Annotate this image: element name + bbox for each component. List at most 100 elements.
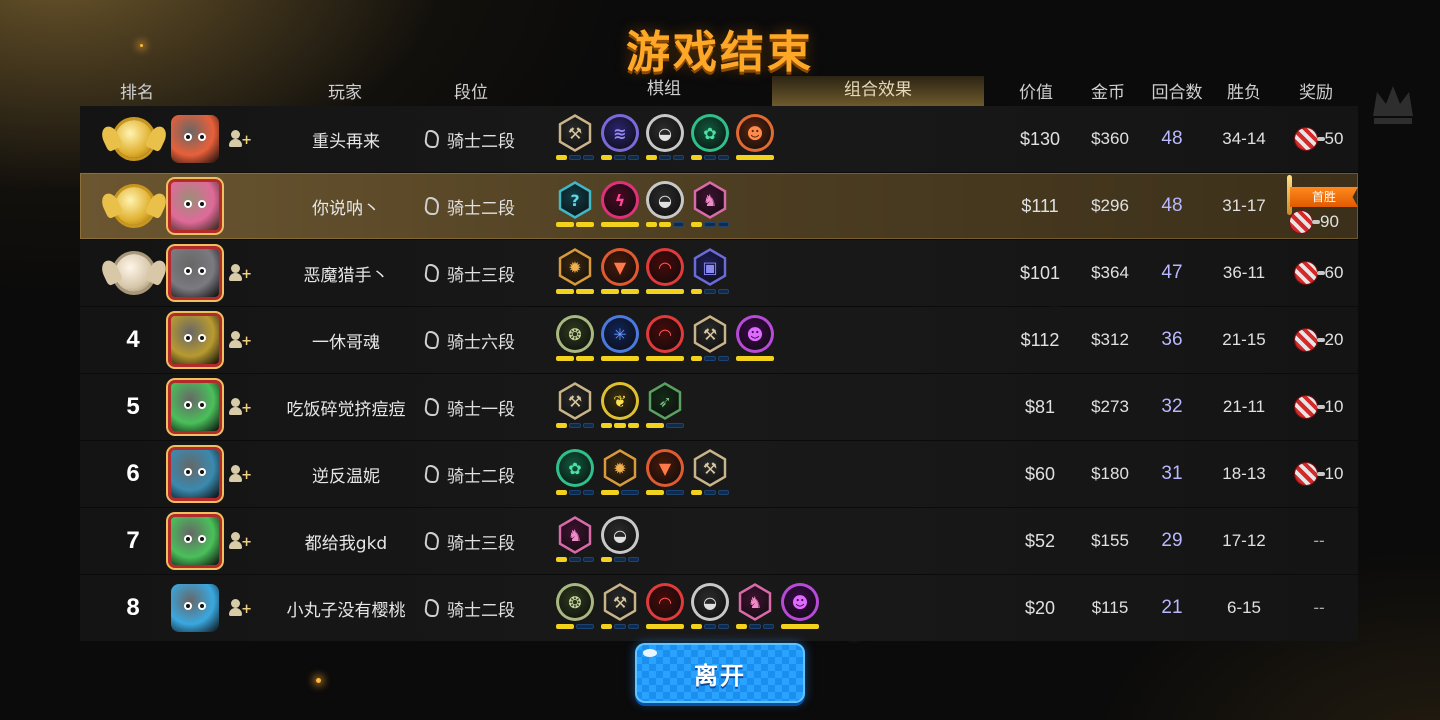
tier-label: 骑士一段 xyxy=(447,399,515,420)
goblin-icon[interactable]: ☻ xyxy=(736,114,774,152)
table-row: 4 + 一休哥魂 骑士六段 ❂ ✳ ◠ ⚒ ☻ $112 $312 36 21-15 20 xyxy=(80,307,1358,373)
axe-icon[interactable]: ⚒ xyxy=(693,315,727,353)
level-segment xyxy=(627,624,639,629)
level-segment xyxy=(556,624,574,629)
synergy-level-bar xyxy=(556,423,594,429)
gear-icon[interactable]: ✹ xyxy=(558,248,592,286)
candy-icon xyxy=(1294,396,1325,418)
synergy-core: ϟ xyxy=(604,184,636,216)
synergy-level-bar xyxy=(646,155,684,161)
add-friend-button[interactable]: + xyxy=(228,307,252,373)
axe-icon[interactable]: ⚒ xyxy=(558,382,592,420)
avatar[interactable] xyxy=(168,173,222,239)
header-reward: 奖励 xyxy=(1299,83,1333,103)
avatar[interactable] xyxy=(168,508,222,574)
arch-icon[interactable]: ◠ xyxy=(646,315,684,353)
fish-bone-icon[interactable]: ≋ xyxy=(601,114,639,152)
level-segment xyxy=(704,624,716,629)
synergy-level-bar xyxy=(736,624,774,630)
medal-wing xyxy=(144,123,170,153)
avatar-eye xyxy=(198,200,206,208)
knight-icon[interactable]: ♞ xyxy=(738,583,772,621)
synergy-icons: ? ϟ ◒ ♞ xyxy=(556,181,729,219)
avatar-eye xyxy=(198,468,206,476)
level-segment xyxy=(556,490,568,495)
player-name: 逆反温妮 xyxy=(312,466,380,487)
beast-icon[interactable]: ▼ xyxy=(646,449,684,487)
level-segment xyxy=(576,222,594,227)
avatar[interactable] xyxy=(168,441,222,507)
level-segment xyxy=(614,557,626,562)
elf-icon[interactable]: ❦ xyxy=(601,382,639,420)
avatar-eye xyxy=(198,334,206,342)
player-price: $130 xyxy=(1019,128,1061,149)
level-segment xyxy=(556,155,568,160)
arch-icon[interactable]: ◠ xyxy=(646,248,684,286)
level-segment xyxy=(569,423,581,428)
add-friend-button[interactable]: + xyxy=(228,240,252,306)
avatar[interactable] xyxy=(168,307,222,373)
level-segment xyxy=(736,624,748,629)
tab-combo-effect[interactable]: 组合效果 xyxy=(772,76,984,106)
tier-icon xyxy=(423,532,441,550)
paw-icon[interactable]: ✿ xyxy=(691,114,729,152)
level-segment xyxy=(691,289,703,294)
level-segment xyxy=(582,423,594,428)
synergy-core: ◒ xyxy=(649,117,681,149)
add-friend-button[interactable]: + xyxy=(228,374,252,440)
synergy-level-bar xyxy=(691,490,729,496)
add-friend-button[interactable]: + xyxy=(228,575,252,641)
player-tier: 骑士二段 xyxy=(423,441,535,507)
mask-icon[interactable]: ▣ xyxy=(693,248,727,286)
leave-button[interactable]: 离开 xyxy=(635,643,805,703)
devil-icon[interactable]: ☻ xyxy=(736,315,774,353)
synergy-list: ♞ ◒ xyxy=(556,508,856,574)
helmet-icon[interactable]: ◒ xyxy=(601,516,639,554)
player-gold: $364 xyxy=(1091,263,1129,282)
level-segment xyxy=(627,155,639,160)
knight-icon[interactable]: ♞ xyxy=(693,181,727,219)
rank-medal-icon xyxy=(98,173,170,239)
add-friend-button[interactable]: + xyxy=(228,106,252,172)
tab-deck[interactable]: 棋组 xyxy=(632,76,696,102)
player-winloss: 17-12 xyxy=(1222,531,1266,550)
synergy-level-bar xyxy=(691,155,729,161)
avatar[interactable] xyxy=(168,374,222,440)
arch-icon[interactable]: ◠ xyxy=(646,583,684,621)
synergy-core: ✳ xyxy=(604,318,636,350)
demon-icon[interactable]: ϟ xyxy=(601,181,639,219)
gear-icon[interactable]: ✹ xyxy=(603,449,637,487)
player-price: $101 xyxy=(1019,262,1061,283)
level-segment xyxy=(717,289,729,294)
hunter-icon[interactable]: ➶ xyxy=(648,382,682,420)
avatar[interactable] xyxy=(168,575,222,641)
beast-icon[interactable]: ▼ xyxy=(601,248,639,286)
mystery-icon[interactable]: ? xyxy=(558,181,592,219)
synergy-level-bar xyxy=(601,155,639,161)
table-row: 你说呐丶 骑士二段? ϟ ◒ ♞ $111 $296 48 31-17 首胜 90 xyxy=(80,173,1358,239)
icon-part xyxy=(231,264,240,273)
avatar-eye xyxy=(198,133,206,141)
level-segment xyxy=(614,624,626,629)
axe-icon[interactable]: ⚒ xyxy=(603,583,637,621)
helmet-icon[interactable]: ◒ xyxy=(646,181,684,219)
tier-label: 骑士六段 xyxy=(447,332,515,353)
ice-icon[interactable]: ✳ xyxy=(601,315,639,353)
tier-label: 骑士三段 xyxy=(447,533,515,554)
turtle-icon[interactable]: ❂ xyxy=(556,583,594,621)
turtle-icon[interactable]: ❂ xyxy=(556,315,594,353)
devil-icon[interactable]: ☻ xyxy=(781,583,819,621)
avatar[interactable] xyxy=(168,106,222,172)
axe-icon[interactable]: ⚒ xyxy=(693,449,727,487)
synergy-core: ✿ xyxy=(559,452,591,484)
helmet-icon[interactable]: ◒ xyxy=(646,114,684,152)
axe-icon[interactable]: ⚒ xyxy=(558,114,592,152)
synergy-level-bar xyxy=(556,222,594,228)
medal-wing xyxy=(98,190,124,220)
knight-icon[interactable]: ♞ xyxy=(558,516,592,554)
helmet-icon[interactable]: ◒ xyxy=(691,583,729,621)
add-friend-button[interactable]: + xyxy=(228,441,252,507)
avatar[interactable] xyxy=(168,240,222,306)
paw-icon[interactable]: ✿ xyxy=(556,449,594,487)
add-friend-button[interactable]: + xyxy=(228,508,252,574)
